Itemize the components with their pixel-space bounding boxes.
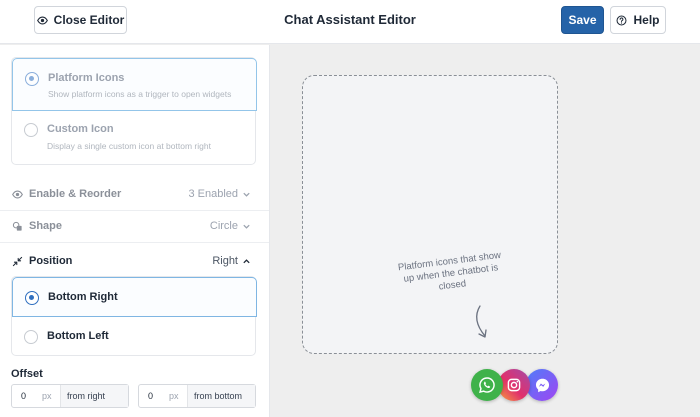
option-title: Platform Icons bbox=[48, 72, 125, 84]
position-label: Position bbox=[29, 255, 73, 267]
option-subtitle: Show platform icons as a trigger to open… bbox=[48, 89, 232, 99]
help-button[interactable]: Help bbox=[610, 6, 666, 34]
offset-bottom-input[interactable]: 0 bbox=[139, 385, 169, 407]
enable-reorder-value-wrap: 3 Enabled bbox=[188, 188, 251, 200]
option-subtitle: Display a single custom icon at bottom r… bbox=[47, 141, 211, 151]
position-option-label: Bottom Right bbox=[48, 291, 118, 303]
divider bbox=[0, 242, 269, 243]
enable-reorder-value: 3 Enabled bbox=[188, 188, 238, 200]
curved-arrow-icon bbox=[470, 304, 492, 345]
settings-sidebar: Platform Icons Show platform icons as a … bbox=[0, 45, 270, 417]
radio-platform-icons[interactable] bbox=[25, 72, 39, 86]
move-arrows-icon bbox=[12, 256, 23, 270]
top-bar: Close Editor Chat Assistant Editor Save … bbox=[0, 0, 700, 44]
offset-right-input[interactable]: 0 bbox=[12, 385, 42, 407]
position-option-label: Bottom Left bbox=[47, 330, 109, 342]
offset-bottom-unit: px bbox=[169, 391, 179, 401]
position-options-group: Bottom Right Bottom Left bbox=[11, 276, 257, 357]
offset-bottom-suffix: from bottom bbox=[187, 385, 255, 407]
close-editor-label: Close Editor bbox=[53, 13, 125, 27]
radio-bottom-right[interactable] bbox=[25, 291, 39, 305]
chevron-down-icon bbox=[242, 222, 251, 231]
chevron-down-icon bbox=[242, 190, 251, 199]
position-option-bottom-left[interactable]: Bottom Left bbox=[12, 317, 257, 357]
position-row[interactable]: Position Right bbox=[0, 245, 269, 277]
shape-value: Circle bbox=[209, 220, 238, 232]
help-label: Help bbox=[633, 13, 660, 27]
trigger-type-group: Platform Icons Show platform icons as a … bbox=[11, 57, 257, 166]
position-value: Right bbox=[212, 255, 238, 267]
chat-preview-frame bbox=[302, 75, 558, 354]
position-value-wrap: Right bbox=[212, 255, 251, 267]
enable-reorder-label: Enable & Reorder bbox=[29, 188, 122, 200]
trigger-option-custom-icon[interactable]: Custom Icon Display a single custom icon… bbox=[12, 111, 257, 166]
offset-right-unit: px bbox=[42, 391, 52, 401]
close-editor-button[interactable]: Close Editor bbox=[34, 6, 127, 34]
shapes-icon bbox=[12, 221, 23, 235]
position-option-bottom-right[interactable]: Bottom Right bbox=[12, 277, 257, 317]
shape-row[interactable]: Shape Circle bbox=[0, 210, 269, 242]
save-button[interactable]: Save bbox=[561, 6, 604, 34]
eye-icon bbox=[12, 189, 23, 203]
radio-custom-icon[interactable] bbox=[24, 123, 38, 137]
radio-bottom-left[interactable] bbox=[24, 330, 38, 344]
enable-reorder-row[interactable]: Enable & Reorder 3 Enabled bbox=[0, 178, 269, 210]
offset-right-suffix: from right bbox=[60, 385, 128, 407]
eye-icon bbox=[36, 15, 48, 26]
page-title: Chat Assistant Editor bbox=[284, 12, 416, 27]
question-circle-icon bbox=[616, 15, 627, 26]
messenger-icon[interactable] bbox=[526, 369, 558, 401]
trigger-option-platform-icons[interactable]: Platform Icons Show platform icons as a … bbox=[12, 58, 257, 111]
shape-value-wrap: Circle bbox=[210, 220, 251, 232]
offset-right-field[interactable]: 0 px from right bbox=[11, 384, 129, 408]
offset-bottom-field[interactable]: 0 px from bottom bbox=[138, 384, 256, 408]
whatsapp-icon[interactable] bbox=[471, 369, 503, 401]
option-title: Custom Icon bbox=[47, 123, 114, 135]
chevron-up-icon bbox=[242, 257, 251, 266]
shape-label: Shape bbox=[29, 220, 63, 232]
offset-label: Offset bbox=[11, 368, 43, 380]
